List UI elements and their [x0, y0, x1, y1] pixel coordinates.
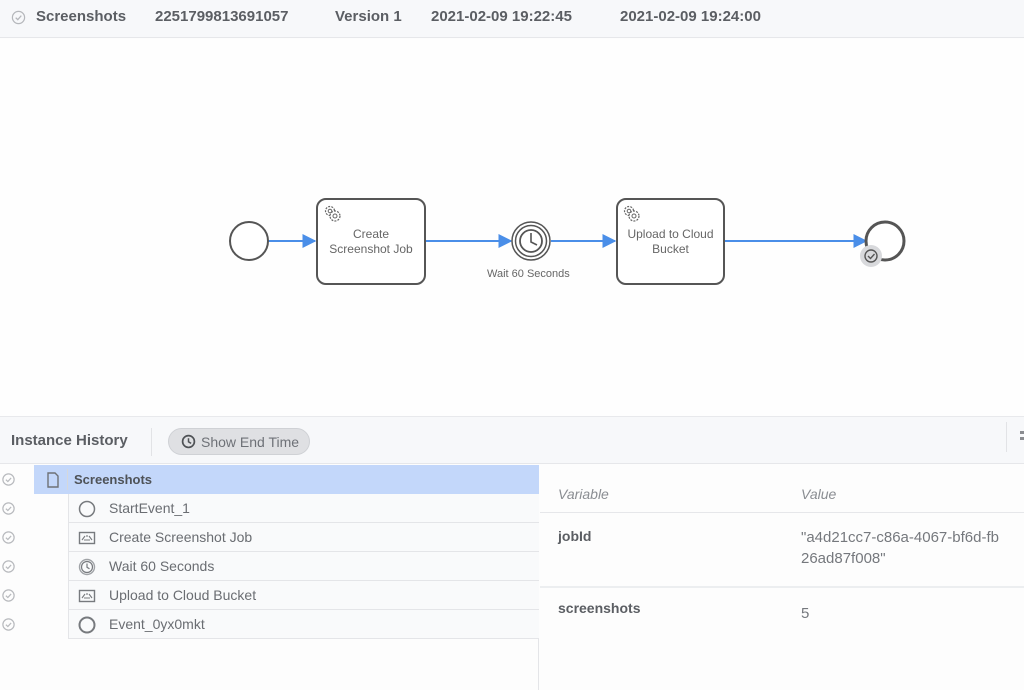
tree-item-label: Upload to Cloud Bucket — [109, 587, 257, 603]
task-label-line: Screenshot Job — [329, 242, 413, 256]
task-label-line: Create — [352, 227, 390, 241]
tree-divider — [67, 469, 68, 490]
instance-history-toolbar: Instance History Show End Time — [0, 416, 1024, 464]
tree-item[interactable]: Wait 60 Seconds — [0, 552, 539, 581]
task-label-line: Upload to Cloud — [627, 227, 714, 241]
completed-check-icon — [2, 531, 15, 544]
start-time: 2021-02-09 19:22:45 — [431, 8, 572, 25]
document-icon — [47, 472, 59, 488]
completed-check-icon — [2, 589, 15, 602]
instance-id: 2251799813691057 — [155, 8, 289, 25]
tree-item[interactable]: Event_0yx0mkt — [0, 610, 539, 639]
completed-check-icon — [860, 245, 882, 267]
timer-event-icon — [78, 558, 96, 576]
tree-item-root[interactable]: Screenshots — [0, 465, 539, 494]
completed-check-icon — [2, 473, 15, 486]
tree-item[interactable]: Upload to Cloud Bucket — [0, 581, 539, 610]
show-end-time-label: Show End Time — [201, 433, 300, 450]
variable-name: screenshots — [558, 600, 641, 616]
service-task-icon — [78, 589, 96, 603]
tree-item-label: StartEvent_1 — [109, 500, 190, 516]
variables-table-header: Variable Value — [540, 465, 1024, 513]
variable-row[interactable]: screenshots 5 — [540, 589, 1024, 649]
variable-name: jobId — [558, 528, 592, 544]
process-version: Version 1 — [335, 8, 402, 25]
panel-resize-divider[interactable] — [1006, 422, 1007, 452]
variable-value: "a4d21cc7-c86a-4067-bf6d-fb26ad87f008" — [801, 529, 999, 567]
task-label: Upload to Cloud Bucket — [617, 227, 724, 257]
tree-item[interactable]: Create Screenshot Job — [0, 523, 539, 552]
clock-icon — [181, 434, 196, 449]
start-event[interactable] — [229, 221, 269, 261]
bpmn-diagram — [229, 198, 906, 285]
instance-history-tree: Screenshots StartEvent_1 Create Screensh… — [0, 465, 539, 690]
clock-icon — [519, 229, 543, 253]
drag-handle-icon[interactable] — [1020, 431, 1024, 443]
end-time: 2021-02-09 19:24:00 — [620, 8, 761, 25]
start-event-icon — [78, 500, 96, 518]
variable-row[interactable]: jobId "a4d21cc7-c86a-4067-bf6d-fb26ad87f… — [540, 514, 1024, 588]
toolbar-divider — [151, 428, 152, 456]
instance-header: Screenshots 2251799813691057 Version 1 2… — [0, 0, 1024, 38]
tree-item-label: Create Screenshot Job — [109, 529, 253, 545]
column-header-variable: Variable — [558, 486, 609, 502]
column-header-value: Value — [801, 486, 837, 502]
service-task-icon — [78, 531, 96, 545]
task-label: Create Screenshot Job — [317, 227, 425, 257]
tree-item-label: Event_0yx0mkt — [109, 616, 205, 632]
instance-history-title: Instance History — [11, 432, 128, 449]
completed-check-icon — [2, 502, 15, 515]
task-label-line: Bucket — [652, 242, 689, 256]
variable-value: 5 — [801, 605, 810, 622]
process-name: Screenshots — [36, 8, 127, 25]
completed-check-icon — [11, 10, 26, 25]
end-event-icon — [78, 616, 96, 634]
completed-check-icon — [2, 560, 15, 573]
timer-event-label: Wait 60 Seconds — [487, 268, 570, 280]
completed-check-icon — [2, 618, 15, 631]
timer-intermediate-event[interactable] — [511, 221, 551, 261]
show-end-time-button[interactable]: Show End Time — [168, 428, 310, 455]
tree-item-label: Screenshots — [74, 472, 153, 487]
tree-item-label: Wait 60 Seconds — [109, 558, 215, 574]
tree-item[interactable]: StartEvent_1 — [0, 494, 539, 523]
bpmn-diagram-canvas[interactable]: Create Screenshot Job Wait 60 Seconds Up… — [0, 39, 1024, 416]
variables-panel: Variable Value jobId "a4d21cc7-c86a-4067… — [540, 465, 1024, 690]
